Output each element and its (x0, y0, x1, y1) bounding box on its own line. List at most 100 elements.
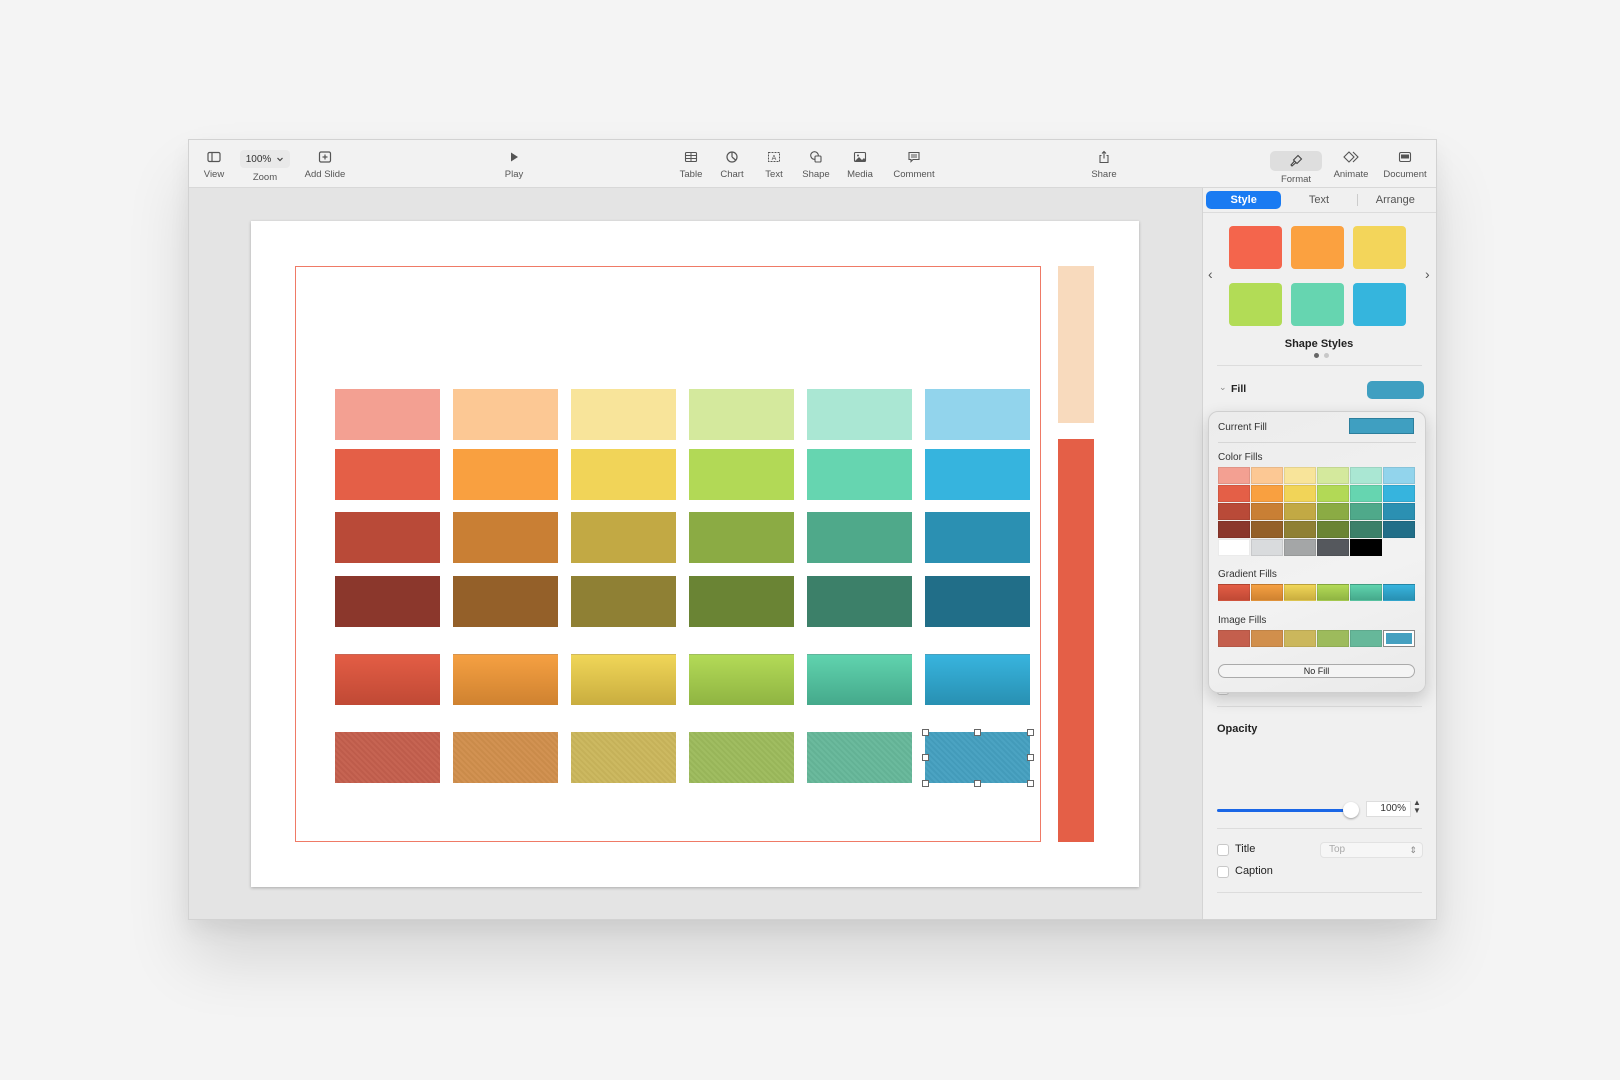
solid-fill-swatch-shape[interactable] (925, 449, 1030, 500)
image-fill-swatch[interactable] (1317, 630, 1349, 647)
color-fill-swatch[interactable] (1383, 467, 1415, 484)
add-slide-button[interactable]: Add Slide (301, 140, 349, 188)
shape-style-swatch[interactable] (1229, 283, 1282, 326)
format-button[interactable]: Format (1270, 140, 1322, 188)
color-fill-swatch[interactable] (1218, 485, 1250, 502)
color-fill-swatch[interactable] (1383, 521, 1415, 538)
color-fill-swatch[interactable] (1383, 503, 1415, 520)
color-fill-swatch[interactable] (1284, 503, 1316, 520)
chevron-left-icon[interactable]: ‹ (1208, 266, 1213, 282)
gradient-fill-swatch[interactable] (1284, 584, 1316, 601)
page-dot-active[interactable] (1314, 353, 1319, 358)
view-button[interactable]: View (197, 140, 231, 188)
solid-fill-swatch-shape[interactable] (807, 449, 912, 500)
shape-style-swatch[interactable] (1291, 226, 1344, 269)
caption-checkbox[interactable] (1217, 866, 1229, 878)
solid-fill-swatch-shape[interactable] (925, 576, 1030, 627)
resize-handle[interactable] (1026, 779, 1034, 787)
tab-text[interactable]: Text (1281, 191, 1356, 209)
image-fill-swatch-shape[interactable] (689, 732, 794, 783)
play-button[interactable]: Play (499, 140, 529, 188)
color-fill-swatch[interactable] (1218, 539, 1250, 556)
color-fill-swatch[interactable] (1284, 521, 1316, 538)
solid-fill-swatch-shape[interactable] (453, 389, 558, 440)
resize-handle[interactable] (921, 779, 929, 787)
resize-handle[interactable] (974, 779, 981, 787)
color-fill-swatch[interactable] (1317, 503, 1349, 520)
image-fill-swatch[interactable] (1251, 630, 1283, 647)
solid-fill-swatch-shape[interactable] (335, 449, 440, 500)
color-fill-swatch[interactable] (1251, 485, 1283, 502)
fill-color-well[interactable] (1367, 381, 1424, 399)
color-fill-swatch[interactable] (1251, 503, 1283, 520)
solid-fill-swatch-shape[interactable] (335, 389, 440, 440)
opacity-input[interactable]: 100% (1366, 801, 1411, 817)
table-button[interactable]: Table (676, 140, 706, 188)
media-button[interactable]: Media (843, 140, 877, 188)
solid-fill-swatch-shape[interactable] (925, 389, 1030, 440)
shape-style-swatch[interactable] (1291, 283, 1344, 326)
color-fill-swatch[interactable] (1284, 539, 1316, 556)
color-fill-swatch[interactable] (1218, 467, 1250, 484)
chevron-right-icon[interactable]: › (1425, 266, 1430, 282)
color-fill-swatch[interactable] (1317, 521, 1349, 538)
opacity-stepper[interactable]: ▲ ▼ (1413, 799, 1421, 815)
opacity-slider-track[interactable] (1217, 809, 1347, 812)
comment-button[interactable]: Comment (891, 140, 937, 188)
animate-button[interactable]: Animate (1329, 140, 1373, 188)
color-fill-swatch[interactable] (1317, 539, 1349, 556)
image-fill-swatch-shape[interactable] (453, 732, 558, 783)
image-fill-swatch[interactable] (1383, 630, 1415, 647)
gradient-fill-swatch-shape[interactable] (453, 654, 558, 705)
solid-fill-swatch-shape[interactable] (571, 576, 676, 627)
color-fill-swatch[interactable] (1317, 467, 1349, 484)
solid-fill-swatch-shape[interactable] (689, 576, 794, 627)
chart-button[interactable]: Chart (717, 140, 747, 188)
shape-style-swatch[interactable] (1229, 226, 1282, 269)
color-fill-swatch[interactable] (1350, 503, 1382, 520)
gradient-fill-swatch[interactable] (1350, 584, 1382, 601)
gradient-fill-swatch[interactable] (1383, 584, 1415, 601)
solid-fill-swatch-shape[interactable] (571, 449, 676, 500)
red-bar-shape[interactable] (1058, 439, 1094, 842)
tab-arrange[interactable]: Arrange (1358, 191, 1433, 209)
document-button[interactable]: Document (1379, 140, 1431, 188)
slide-canvas[interactable] (189, 188, 1202, 919)
color-fill-swatch[interactable] (1251, 539, 1283, 556)
gradient-fill-swatch[interactable] (1317, 584, 1349, 601)
resize-handle[interactable] (921, 754, 929, 761)
color-fill-swatch[interactable] (1218, 521, 1250, 538)
image-fill-swatch-shape[interactable] (807, 732, 912, 783)
solid-fill-swatch-shape[interactable] (335, 512, 440, 563)
image-fill-swatch-shape[interactable] (571, 732, 676, 783)
color-fill-swatch[interactable] (1251, 467, 1283, 484)
resize-handle[interactable] (1026, 728, 1034, 736)
gradient-fill-swatch[interactable] (1218, 584, 1250, 601)
tab-style[interactable]: Style (1206, 191, 1282, 209)
solid-fill-swatch-shape[interactable] (453, 512, 558, 563)
color-fill-swatch[interactable] (1218, 503, 1250, 520)
page-dot[interactable] (1324, 353, 1329, 358)
gradient-fill-swatch-shape[interactable] (335, 654, 440, 705)
solid-fill-swatch-shape[interactable] (453, 449, 558, 500)
color-fill-swatch[interactable] (1317, 485, 1349, 502)
image-fill-swatch[interactable] (1218, 630, 1250, 647)
opacity-slider-thumb[interactable] (1343, 802, 1359, 818)
color-fill-swatch[interactable] (1350, 539, 1382, 556)
resize-handle[interactable] (974, 728, 981, 736)
no-fill-button[interactable]: No Fill (1218, 664, 1415, 678)
solid-fill-swatch-shape[interactable] (807, 576, 912, 627)
disclosure-chevron-icon[interactable]: ⌄ (1219, 382, 1227, 393)
color-fill-swatch[interactable] (1284, 467, 1316, 484)
share-button[interactable]: Share (1089, 140, 1119, 188)
solid-fill-swatch-shape[interactable] (807, 389, 912, 440)
color-fill-swatch[interactable] (1251, 521, 1283, 538)
gradient-fill-swatch-shape[interactable] (807, 654, 912, 705)
image-fill-swatch[interactable] (1284, 630, 1316, 647)
gradient-fill-swatch-shape[interactable] (571, 654, 676, 705)
gradient-fill-swatch-shape[interactable] (689, 654, 794, 705)
title-position-select[interactable]: Top ⇕ (1320, 842, 1423, 858)
zoom-select[interactable]: 100% (239, 150, 291, 168)
color-fill-swatch[interactable] (1284, 485, 1316, 502)
color-fill-swatch[interactable] (1350, 521, 1382, 538)
